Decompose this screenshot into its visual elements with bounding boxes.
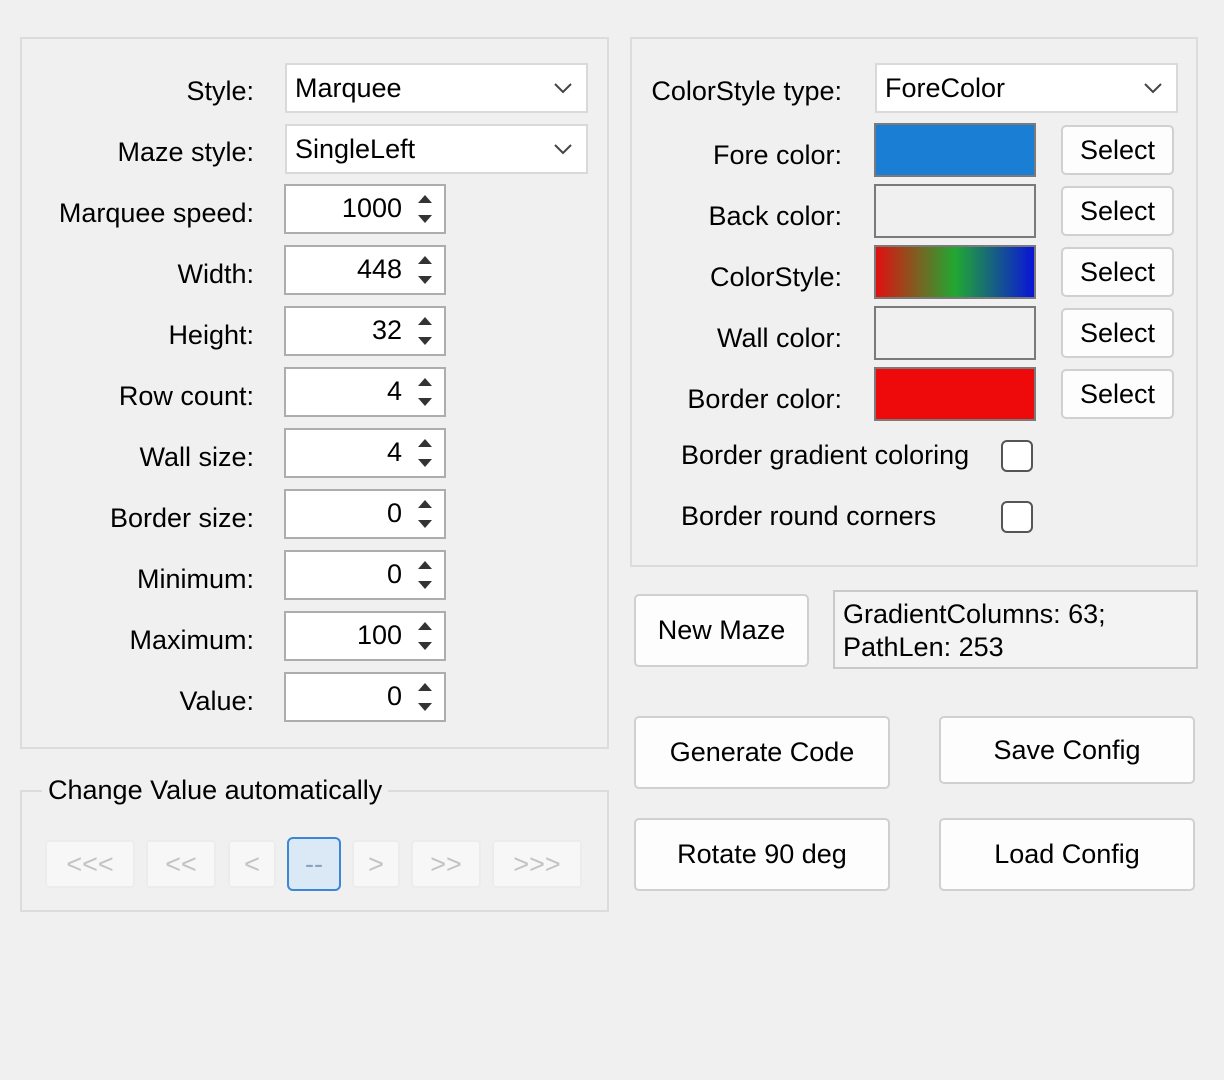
spin-down-icon[interactable] bbox=[410, 453, 440, 473]
wall-size-label: Wall size: bbox=[139, 442, 254, 472]
maximum-value: 100 bbox=[356, 620, 402, 650]
back-color-label: Back color: bbox=[708, 201, 842, 231]
spin-up-icon[interactable] bbox=[410, 555, 440, 575]
spin-up-icon[interactable] bbox=[410, 494, 440, 514]
spin-up-icon[interactable] bbox=[410, 677, 440, 697]
color-group bbox=[630, 37, 1198, 567]
border-round-label: Border round corners bbox=[681, 501, 937, 531]
wall-color-label: Wall color: bbox=[716, 323, 842, 353]
colorstyle-label: ColorStyle: bbox=[709, 262, 842, 292]
spin-up-icon[interactable] bbox=[410, 616, 440, 636]
forward-button[interactable]: > bbox=[352, 840, 400, 888]
border-size-stepper[interactable]: 0 bbox=[284, 489, 446, 539]
fore-color-swatch bbox=[874, 123, 1036, 177]
border-color-label: Border color: bbox=[687, 384, 842, 414]
wall-color-swatch bbox=[874, 306, 1036, 360]
back-button[interactable]: < bbox=[228, 840, 276, 888]
first-button[interactable]: <<< bbox=[45, 840, 135, 888]
border-size-label: Border size: bbox=[109, 503, 254, 533]
maximum-label: Maximum: bbox=[129, 625, 254, 655]
spin-up-icon[interactable] bbox=[410, 433, 440, 453]
colorstyle-type-combobox[interactable]: ForeColor bbox=[875, 63, 1178, 113]
minimum-stepper[interactable]: 0 bbox=[284, 550, 446, 600]
fore-color-label: Fore color: bbox=[712, 140, 842, 170]
colorstyle-gradient-swatch bbox=[874, 245, 1036, 299]
value-value: 0 bbox=[386, 681, 402, 711]
wall-size-value: 4 bbox=[386, 437, 402, 467]
stop-button[interactable]: -- bbox=[287, 837, 341, 891]
border-round-checkbox[interactable] bbox=[1001, 501, 1033, 533]
value-label: Value: bbox=[179, 686, 254, 716]
minimum-label: Minimum: bbox=[136, 564, 254, 594]
fore-color-select-button[interactable]: Select bbox=[1061, 125, 1174, 175]
maze-info-box: GradientColumns: 63; PathLen: 253 bbox=[833, 590, 1198, 669]
border-gradient-checkbox[interactable] bbox=[1001, 440, 1033, 472]
wall-size-stepper[interactable]: 4 bbox=[284, 428, 446, 478]
change-value-title: Change Value automatically bbox=[42, 774, 389, 806]
maximum-stepper[interactable]: 100 bbox=[284, 611, 446, 661]
save-config-button[interactable]: Save Config bbox=[939, 716, 1195, 784]
border-color-swatch bbox=[874, 367, 1036, 421]
rotate-button[interactable]: Rotate 90 deg bbox=[634, 818, 890, 891]
generate-code-button[interactable]: Generate Code bbox=[634, 716, 890, 789]
back-color-swatch bbox=[874, 184, 1036, 238]
page-back-button[interactable]: << bbox=[146, 840, 216, 888]
border-size-value: 0 bbox=[386, 498, 402, 528]
last-button[interactable]: >>> bbox=[492, 840, 582, 888]
colorstyle-select-button[interactable]: Select bbox=[1061, 247, 1174, 297]
load-config-button[interactable]: Load Config bbox=[939, 818, 1195, 891]
minimum-value: 0 bbox=[386, 559, 402, 589]
info-path-length: PathLen: 253 bbox=[843, 632, 1004, 662]
border-color-select-button[interactable]: Select bbox=[1061, 369, 1174, 419]
border-gradient-label: Border gradient coloring bbox=[681, 440, 970, 470]
new-maze-button[interactable]: New Maze bbox=[634, 594, 809, 667]
colorstyle-type-value: ForeColor bbox=[885, 73, 1006, 103]
back-color-select-button[interactable]: Select bbox=[1061, 186, 1174, 236]
info-gradient-columns: GradientColumns: 63; bbox=[843, 599, 1106, 629]
page-forward-button[interactable]: >> bbox=[411, 840, 481, 888]
value-stepper[interactable]: 0 bbox=[284, 672, 446, 722]
spin-down-icon[interactable] bbox=[410, 575, 440, 595]
chevron-down-icon bbox=[1144, 83, 1162, 94]
spin-down-icon[interactable] bbox=[410, 514, 440, 534]
spin-down-icon[interactable] bbox=[410, 636, 440, 656]
spin-down-icon[interactable] bbox=[410, 697, 440, 717]
colorstyle-type-label: ColorStyle type: bbox=[651, 76, 842, 106]
wall-color-select-button[interactable]: Select bbox=[1061, 308, 1174, 358]
